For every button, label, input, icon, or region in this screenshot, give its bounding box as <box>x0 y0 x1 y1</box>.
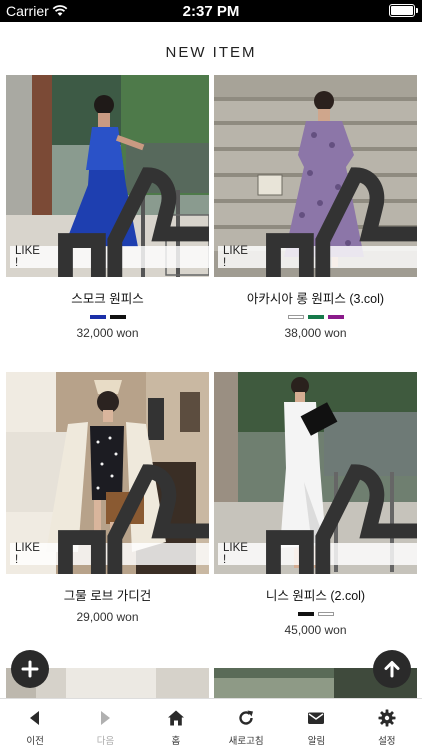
tab-label: 새로고침 <box>228 736 264 747</box>
tab-notifications[interactable]: 알림 <box>281 699 351 750</box>
product-card[interactable]: LIKE ! 28 아카시아 롱 원피스 (3.col) 38,000 won <box>214 75 417 340</box>
scroll-top-button[interactable] <box>373 650 411 688</box>
product-name[interactable]: 니스 원피스 (2.col) <box>214 585 417 604</box>
color-swatches <box>214 612 417 617</box>
like-badge[interactable]: LIKE ! 28 <box>218 167 417 277</box>
thumbs-up-icon <box>266 167 417 277</box>
product-name[interactable]: 아카시아 롱 원피스 (3.col) <box>214 288 417 307</box>
product-card[interactable]: LIKE ! 29 니스 원피스 (2.col) 45,000 won <box>214 372 417 637</box>
product-price: 38,000 won <box>284 326 347 340</box>
tab-settings[interactable]: 설정 <box>352 699 422 750</box>
gear-icon <box>378 709 396 727</box>
tab-back[interactable]: 이전 <box>0 699 70 750</box>
color-swatches <box>214 315 417 320</box>
tab-label: 이전 <box>26 736 44 747</box>
product-card[interactable]: LIKE ! 14 스모크 원피스 32,000 won <box>6 75 209 340</box>
tab-label: 알림 <box>307 736 326 747</box>
add-button[interactable] <box>11 650 49 688</box>
color-swatch <box>327 315 344 319</box>
like-badge[interactable]: LIKE ! 14 <box>10 167 209 277</box>
product-photo[interactable]: LIKE ! 24 <box>6 372 209 574</box>
like-badge[interactable]: LIKE ! 29 <box>218 464 417 574</box>
like-label: LIKE ! <box>15 542 40 566</box>
like-label: LIKE ! <box>15 245 40 269</box>
thumbs-up-icon <box>58 167 209 277</box>
back-arrow-icon <box>30 711 40 725</box>
color-swatches <box>6 315 209 320</box>
product-photo[interactable]: LIKE ! 28 <box>214 75 417 277</box>
thumbs-up-icon <box>266 464 417 574</box>
refresh-icon <box>239 710 254 725</box>
tab-label: 설정 <box>378 736 396 747</box>
product-price: 29,000 won <box>76 610 139 624</box>
thumbs-up-icon <box>58 464 209 574</box>
like-badge[interactable]: LIKE ! 24 <box>10 464 209 574</box>
like-label: LIKE ! <box>223 542 248 566</box>
section-title: NEW ITEM <box>165 44 257 61</box>
clock: 2:37 PM <box>182 3 240 20</box>
color-swatch <box>287 315 304 319</box>
like-label: LIKE ! <box>223 245 248 269</box>
product-name[interactable]: 스모크 원피스 <box>6 288 209 307</box>
tab-label: 다음 <box>96 736 115 747</box>
product-price: 45,000 won <box>284 623 347 637</box>
product-card[interactable]: LIKE ! 24 그물 로브 가디건 29,000 won <box>6 372 209 624</box>
arrow-up-icon <box>384 661 400 678</box>
mail-icon <box>308 712 325 724</box>
product-photo[interactable]: LIKE ! 29 <box>214 372 417 574</box>
color-swatch <box>89 315 106 319</box>
color-swatch <box>297 612 314 616</box>
product-price: 32,000 won <box>76 326 139 340</box>
tab-refresh[interactable]: 새로고침 <box>211 699 281 750</box>
product-name[interactable]: 그물 로브 가디건 <box>6 585 209 604</box>
tab-label: 홈 <box>171 736 181 747</box>
battery-icon <box>389 4 418 17</box>
plus-icon <box>21 660 39 678</box>
bottom-tab-bar: 이전 다음 홈 새로고침 알림 설정 <box>0 698 422 750</box>
status-bar: Carrier 2:37 PM <box>0 0 422 22</box>
product-photo[interactable]: LIKE ! 14 <box>6 75 209 277</box>
tab-home[interactable]: 홈 <box>141 699 211 750</box>
color-swatch <box>317 612 334 616</box>
forward-arrow-icon <box>101 711 111 725</box>
tab-forward[interactable]: 다음 <box>70 699 140 750</box>
color-swatch <box>307 315 324 319</box>
color-swatch <box>109 315 126 319</box>
home-icon <box>167 710 184 726</box>
